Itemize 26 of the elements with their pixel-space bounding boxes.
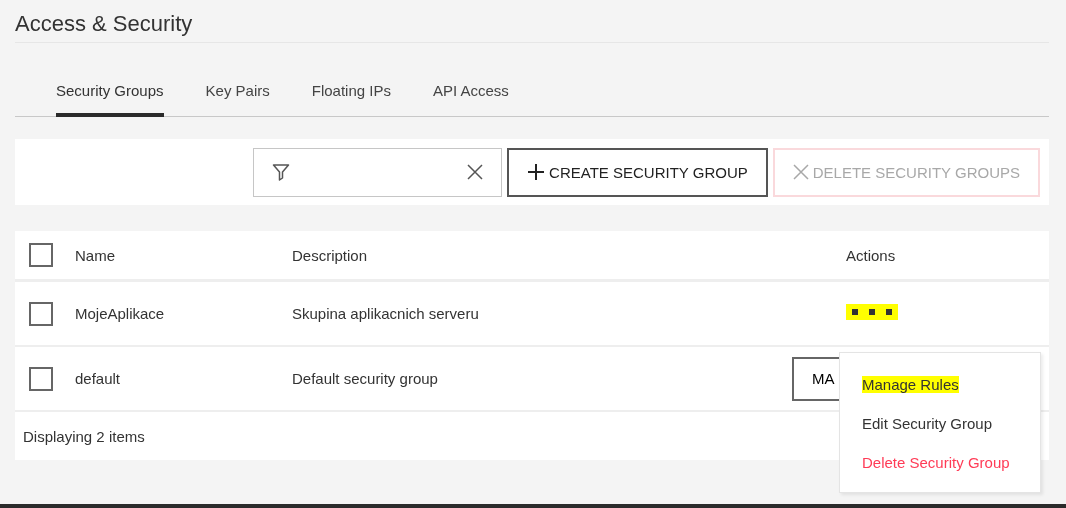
checkbox[interactable] (29, 301, 53, 326)
table-cell: Default security group (292, 370, 438, 387)
filter-icon (272, 163, 291, 181)
more-icon[interactable] (846, 304, 898, 320)
tab[interactable]: Security Groups (56, 80, 164, 117)
checkbox[interactable] (29, 366, 53, 391)
menu-item[interactable]: Manage Rules (862, 376, 959, 393)
column-header: Actions (846, 246, 896, 264)
item-count: Displaying 2 items (23, 427, 145, 445)
table-cell: Skupina aplikacnich serveru (292, 305, 479, 322)
column-header: Description (292, 246, 369, 264)
table-cell: MojeAplikace (75, 305, 165, 322)
checkbox[interactable] (29, 243, 53, 267)
page-title: Access & Security (15, 10, 194, 38)
menu-item[interactable]: Delete Security Group (862, 454, 1010, 471)
close-icon (792, 164, 809, 180)
filter-field[interactable] (253, 147, 503, 197)
plus-icon (527, 163, 546, 181)
column-header: Name (75, 246, 116, 264)
clear-icon[interactable] (467, 164, 484, 180)
menu-item[interactable]: Edit Security Group (862, 415, 993, 432)
table-cell: default (75, 370, 121, 387)
tab[interactable]: Key Pairs (205, 80, 270, 117)
tab[interactable]: Floating IPs (311, 80, 391, 117)
tab[interactable]: API Access (432, 80, 509, 117)
create-button[interactable]: CREATE SECURITY GROUP (507, 147, 768, 197)
